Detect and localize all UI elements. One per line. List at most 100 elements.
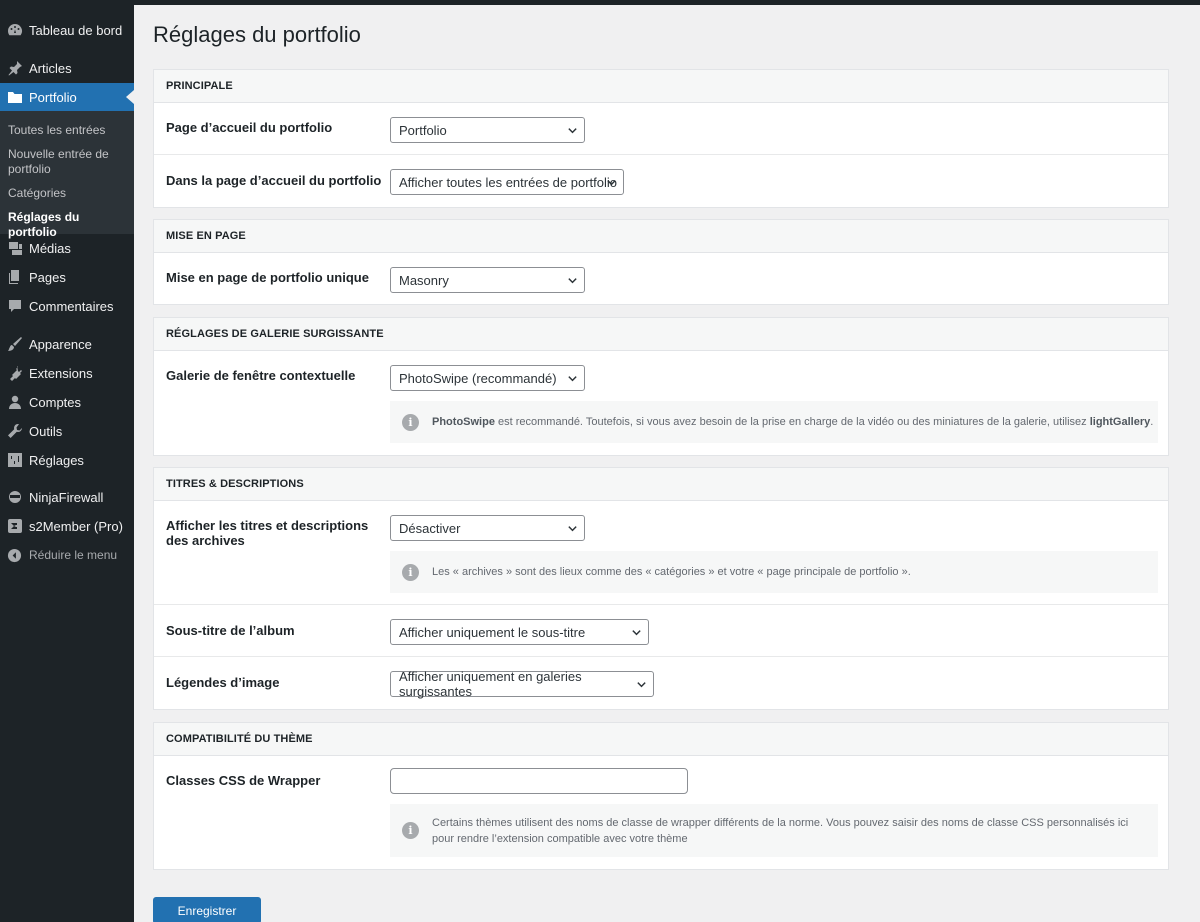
album-subtitle-label: Sous-titre de l’album [166,623,295,638]
settings-row: Légendes d’image Afficher uniquement en … [154,657,1168,709]
select-value: Afficher uniquement le sous-titre [399,624,586,640]
popup-gallery-notice: i PhotoSwipe est recommandé. Toutefois, … [390,401,1158,443]
sidebar-item-comments[interactable]: Commentaires [0,292,134,320]
section-galerie: RÉGLAGES DE GALERIE SURGISSANTE Galerie … [153,317,1169,456]
sidebar-item-settings[interactable]: Réglages [0,446,134,474]
info-icon: i [402,563,419,581]
ninja-icon [0,489,29,505]
submenu-item-new-entry[interactable]: Nouvelle entrée de portfolio [8,147,128,177]
wrapper-classes-input[interactable] [390,768,688,794]
save-button[interactable]: Enregistrer [153,897,261,922]
admin-sidebar: Tableau de bord Articles Portfolio Toute… [0,5,134,922]
notice-body: est recommandé. Toutefois, si vous avez … [494,416,1090,428]
section-title: COMPATIBILITÉ DU THÈME [154,723,1168,756]
dashboard-icon [0,22,29,38]
collapse-icon [0,548,29,563]
sidebar-item-s2member[interactable]: s2Member (Pro) [0,512,134,540]
sidebar-item-portfolio[interactable]: Portfolio [0,83,134,111]
wrench-icon [0,423,29,439]
admin-bar [0,0,1200,5]
select-value: Portfolio [399,122,447,138]
pages-icon [0,269,29,285]
notice-text: Certains thèmes utilisent des noms de cl… [432,816,1129,845]
sidebar-item-label: Articles [29,60,72,76]
sidebar-item-label: Médias [29,240,71,256]
chevron-down-icon [568,278,577,284]
sidebar-item-ninjafirewall[interactable]: NinjaFirewall [0,483,134,511]
sidebar-item-label: Tableau de bord [29,22,123,38]
single-layout-select[interactable]: Masonry [390,267,585,293]
notice-end: . [1150,416,1154,428]
sidebar-item-label: Commentaires [29,298,114,314]
select-value: Désactiver [399,520,461,536]
settings-row: Sous-titre de l’album Afficher uniquemen… [154,605,1168,657]
section-title: RÉGLAGES DE GALERIE SURGISSANTE [154,318,1168,351]
sidebar-item-label: NinjaFirewall [29,489,104,505]
submenu-item-all-entries[interactable]: Toutes les entrées [8,123,128,138]
sidebar-item-label: Pages [29,269,66,285]
section-title: MISE EN PAGE [154,220,1168,253]
sidebar-item-label: Réglages [29,452,84,468]
notice-text: Les « archives » sont des lieux comme de… [432,566,911,578]
archives-select[interactable]: Désactiver [390,515,585,541]
section-titres-descriptions: TITRES & DESCRIPTIONS Afficher les titre… [153,467,1169,710]
sidebar-item-medias[interactable]: Médias [0,234,134,262]
section-compatibilite: COMPATIBILITÉ DU THÈME Classes CSS de Wr… [153,722,1169,870]
sidebar-item-dashboard[interactable]: Tableau de bord [0,16,134,44]
folder-icon [0,89,29,105]
chevron-down-icon [632,630,641,636]
user-icon [0,394,29,410]
settings-row: Classes CSS de Wrapper i Certains thèmes… [154,756,1168,869]
popup-gallery-label: Galerie de fenêtre contextuelle [166,368,356,383]
home-page-label: Page d’accueil du portfolio [166,120,333,135]
sidebar-item-tools[interactable]: Outils [0,417,134,445]
section-title: PRINCIPALE [154,70,1168,103]
section-principale: PRINCIPALE Page d’accueil du portfolio P… [153,69,1169,208]
in-home-page-select[interactable]: Afficher toutes les entrées de portfolio [390,169,624,195]
image-captions-select[interactable]: Afficher uniquement en galeries surgissa… [390,669,654,699]
info-icon: i [402,822,419,839]
notice-text: PhotoSwipe est recommandé. Toutefois, si… [432,414,1153,430]
wrapper-notice: i Certains thèmes utilisent des noms de … [390,804,1158,857]
sidebar-item-pages[interactable]: Pages [0,263,134,291]
wrapper-classes-label: Classes CSS de Wrapper [166,773,321,788]
brush-icon [0,336,29,352]
settings-icon [0,452,29,468]
chevron-down-icon [607,180,616,186]
select-value: PhotoSwipe (recommandé) [399,370,557,386]
sidebar-item-articles[interactable]: Articles [0,54,134,82]
notice-strong: lightGallery [1089,416,1151,428]
sidebar-item-appearance[interactable]: Apparence [0,330,134,358]
chevron-down-icon [637,682,646,688]
home-page-select[interactable]: Portfolio [390,117,585,143]
chevron-down-icon [568,376,577,382]
single-layout-label: Mise en page de portfolio unique [166,270,369,285]
settings-row: Page d’accueil du portfolio Portfolio [154,103,1168,155]
archives-notice: i Les « archives » sont des lieux comme … [390,551,1158,593]
settings-row: Afficher les titres et descriptions des … [154,501,1168,605]
collapse-menu-button[interactable]: Réduire le menu [0,546,134,564]
portfolio-submenu: Toutes les entrées Nouvelle entrée de po… [0,111,134,239]
in-home-page-label: Dans la page d’accueil du portfolio [166,173,382,188]
media-icon [0,240,29,256]
section-mise-en-page: MISE EN PAGE Mise en page de portfolio u… [153,219,1169,305]
archives-label: Afficher les titres et descriptions des … [166,518,369,548]
sidebar-item-accounts[interactable]: Comptes [0,388,134,416]
sidebar-item-label: Outils [29,423,63,439]
popup-gallery-select[interactable]: PhotoSwipe (recommandé) [390,365,585,391]
settings-row: Mise en page de portfolio unique Masonry [154,253,1168,305]
notice-strong: PhotoSwipe [432,416,495,428]
sidebar-item-extensions[interactable]: Extensions [0,359,134,387]
s2member-icon [0,518,29,534]
section-title: TITRES & DESCRIPTIONS [154,468,1168,501]
submenu-item-categories[interactable]: Catégories [8,186,128,201]
info-icon: i [402,413,419,431]
sidebar-item-label: Comptes [29,394,82,410]
album-subtitle-select[interactable]: Afficher uniquement le sous-titre [390,619,649,645]
chevron-down-icon [568,128,577,134]
select-value: Afficher toutes les entrées de portfolio [399,174,617,190]
settings-row: Dans la page d’accueil du portfolio Affi… [154,155,1168,207]
select-value: Afficher uniquement en galeries surgissa… [399,669,582,699]
sidebar-item-label: Portfolio [29,89,77,105]
sidebar-item-label: Extensions [29,365,93,381]
